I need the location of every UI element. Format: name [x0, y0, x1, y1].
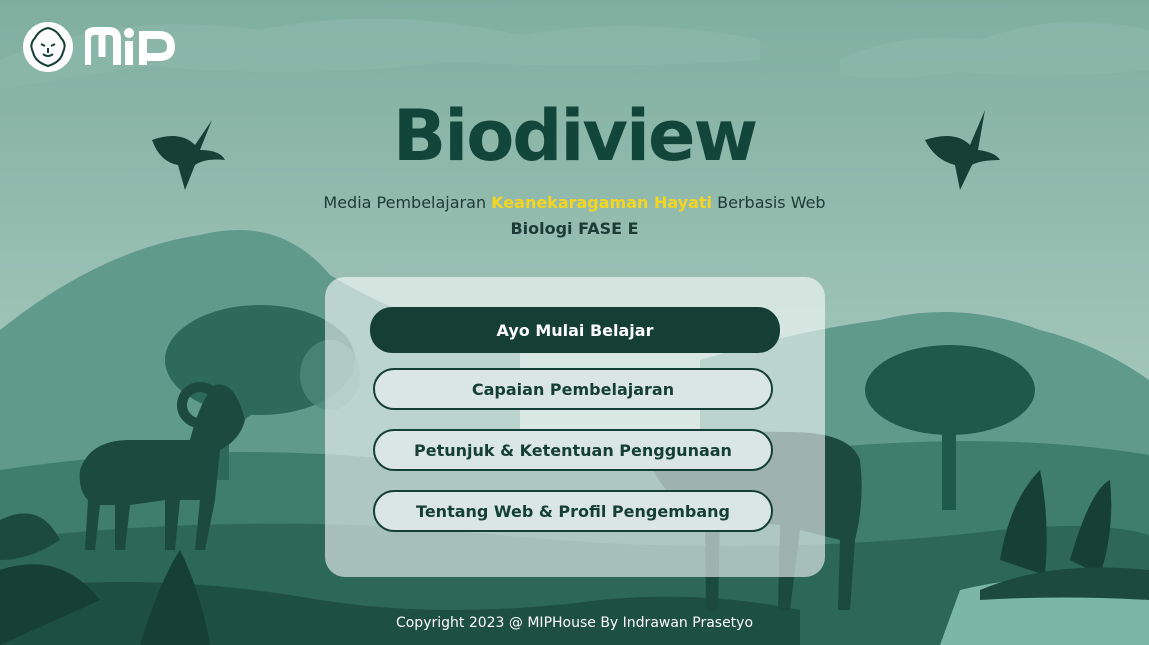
subtitle-text-2: Berbasis Web	[712, 193, 826, 212]
subtitle-fase: Biologi FASE E	[510, 219, 639, 238]
learning-outcomes-button[interactable]: Capaian Pembelajaran	[373, 368, 773, 410]
lion-head-icon	[23, 22, 73, 72]
app-title: Biodiview	[392, 95, 758, 177]
landing-page: Biodiview Media Pembelajaran Keanekaraga…	[0, 0, 1149, 645]
mip-logo	[83, 27, 176, 67]
usage-instructions-button[interactable]: Petunjuk & Ketentuan Penggunaan	[373, 429, 773, 471]
subtitle-text: Media Pembelajaran	[323, 193, 492, 212]
brand-logo: Biodiview	[0, 96, 1149, 176]
subtitle-highlight: Keanekaragaman Hayati	[491, 193, 713, 212]
about-developer-button[interactable]: Tentang Web & Profil Pengembang	[373, 490, 773, 532]
subtitle: Media Pembelajaran Keanekaragaman Hayati…	[0, 190, 1149, 242]
start-learning-button[interactable]: Ayo Mulai Belajar	[370, 307, 780, 353]
copyright-footer: Copyright 2023 @ MIPHouse By Indrawan Pr…	[395, 615, 754, 631]
menu-panel: Ayo Mulai Belajar Capaian Pembelajaran P…	[325, 277, 825, 577]
